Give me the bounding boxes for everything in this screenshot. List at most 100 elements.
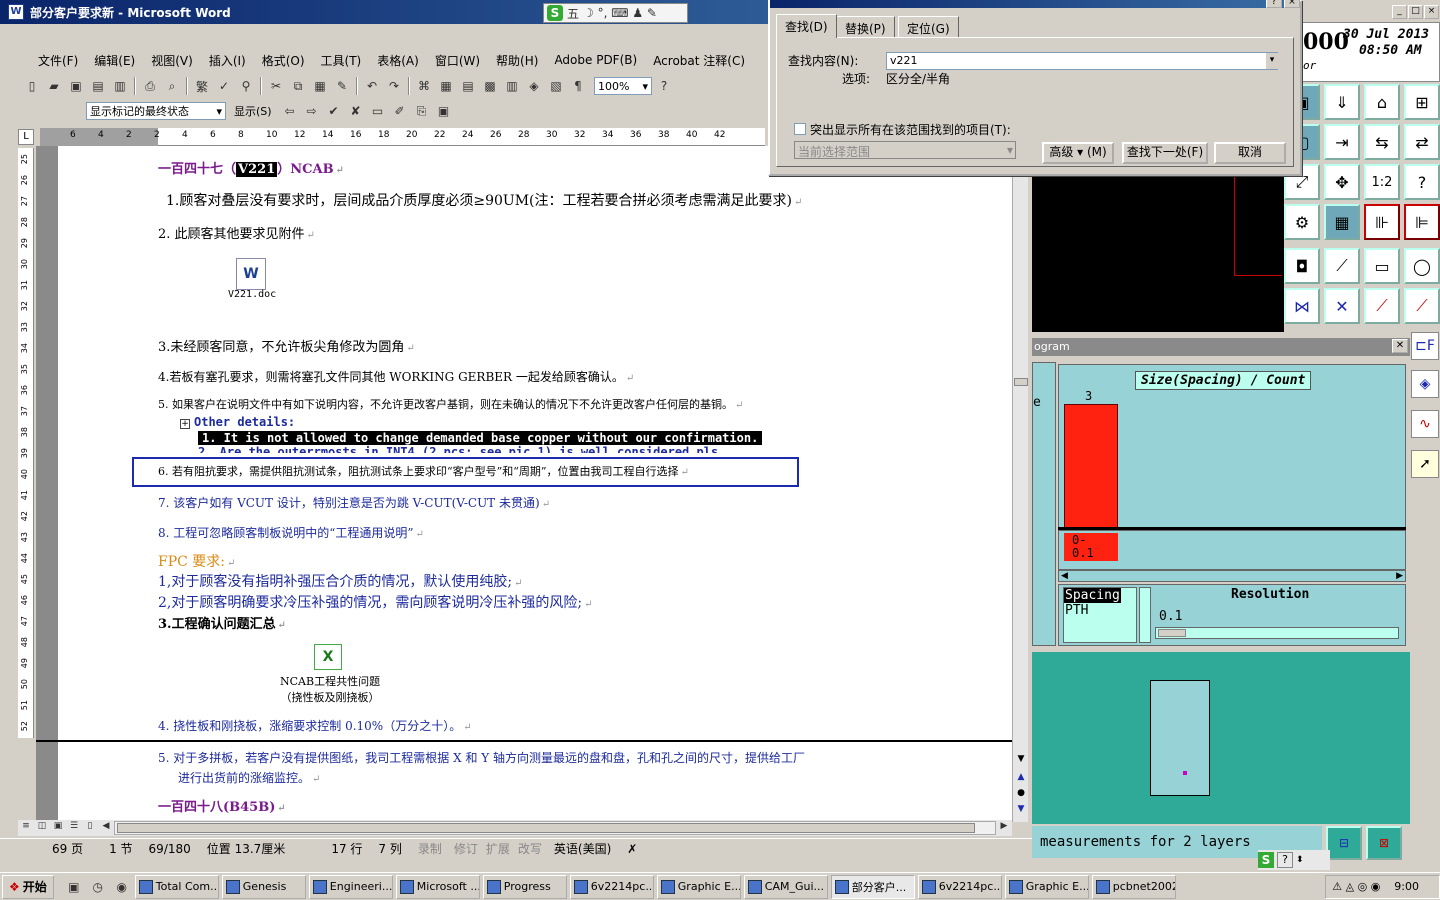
zoom-select[interactable]: 100% ▾ bbox=[594, 77, 652, 95]
horizontal-scroll-thumb[interactable] bbox=[117, 823, 975, 833]
status-record[interactable]: 录制 bbox=[410, 840, 450, 857]
permission-icon[interactable]: ▥ bbox=[110, 76, 130, 96]
maximize-icon[interactable]: □ bbox=[1408, 5, 1423, 19]
task-cam-gui[interactable]: CAM_Gui... bbox=[743, 874, 828, 899]
scroll-thumb[interactable] bbox=[1014, 378, 1028, 386]
home-icon[interactable]: ⌂ bbox=[1364, 84, 1400, 120]
ime-extras[interactable]: ☽ °, ⌨ ♟ ✎ bbox=[583, 6, 657, 20]
status-track-changes[interactable]: 修订 bbox=[450, 840, 482, 857]
tab-find[interactable]: 查找(D) bbox=[776, 14, 837, 38]
research-icon[interactable]: ⚲ bbox=[236, 76, 256, 96]
type-list-scrollbar[interactable] bbox=[1139, 587, 1151, 643]
ime-toolbar[interactable]: S 五 ☽ °, ⌨ ♟ ✎ bbox=[543, 3, 688, 23]
task-6v2214pc-1[interactable]: 6v2214pc... bbox=[569, 874, 654, 899]
menu-table[interactable]: 表格(A) bbox=[369, 50, 427, 71]
help-question-icon[interactable]: ? bbox=[1404, 164, 1440, 200]
drawing-icon[interactable]: ◈ bbox=[524, 76, 544, 96]
scroll-left-icon[interactable]: ◀ bbox=[1061, 571, 1068, 581]
task-pcbnet[interactable]: pcbnet2002 bbox=[1091, 874, 1176, 899]
net-icon[interactable]: ⋈ bbox=[1284, 288, 1320, 324]
resolution-slider-thumb[interactable] bbox=[1158, 629, 1186, 637]
ime-mode[interactable]: 五 bbox=[567, 5, 579, 22]
compare-layers-icon[interactable]: ⊠ bbox=[1366, 826, 1402, 860]
sogou-ime-icon[interactable]: S bbox=[1258, 852, 1274, 868]
status-extend[interactable]: 扩展 bbox=[482, 840, 514, 857]
new-document-icon[interactable]: ▯ bbox=[22, 76, 42, 96]
close-icon[interactable]: × bbox=[1424, 5, 1439, 19]
tray-icons[interactable]: ⚠ ◬ ◎ ◉ bbox=[1332, 880, 1380, 893]
menu-view[interactable]: 视图(V) bbox=[143, 50, 201, 71]
attachment-1-label[interactable]: V221.doc bbox=[228, 289, 276, 300]
outline-view-icon[interactable]: ☰ bbox=[66, 821, 82, 835]
highlight-icon[interactable]: ✐ bbox=[390, 101, 410, 121]
previous-change-icon[interactable]: ⇦ bbox=[280, 101, 300, 121]
reject-change-icon[interactable]: ✘ bbox=[346, 101, 366, 121]
spelling-status-icon[interactable]: ✗ bbox=[619, 842, 645, 856]
menu-window[interactable]: 窗口(W) bbox=[427, 50, 488, 71]
link-icon[interactable]: ⟋ bbox=[1404, 288, 1440, 324]
scroll-right-icon[interactable]: ▶ bbox=[996, 821, 1012, 835]
show-menu-button[interactable]: 显示(S) bbox=[228, 103, 278, 119]
sogou-ime-icon[interactable]: S bbox=[547, 5, 563, 21]
pth-item[interactable]: PTH bbox=[1064, 603, 1136, 618]
draw-line-icon[interactable]: ⟋ bbox=[1324, 248, 1360, 284]
horizontal-ruler[interactable]: 6 4 2 2 4 6 8 10 12 14 16 18 20 22 24 26 28 30 32 34 36 38 40 4… bbox=[40, 128, 765, 146]
excel-document-icon[interactable]: X bbox=[314, 644, 342, 670]
accept-change-icon[interactable]: ✔ bbox=[324, 101, 344, 121]
menu-format[interactable]: 格式(O) bbox=[254, 50, 313, 71]
menu-acrobat-comment[interactable]: Acrobat 注释(C) bbox=[645, 50, 753, 71]
grid-view-icon[interactable]: ⊞ bbox=[1404, 84, 1440, 120]
show-hide-icon[interactable]: ¶ bbox=[568, 76, 588, 96]
scroll-left-icon[interactable]: ◀ bbox=[98, 821, 114, 835]
pointer-icon[interactable]: ➚ bbox=[1411, 450, 1439, 478]
grid-icon[interactable]: ▦ bbox=[1324, 204, 1360, 240]
close-icon[interactable]: × bbox=[1284, 0, 1300, 8]
find-what-input[interactable]: v221 bbox=[886, 52, 1278, 70]
next-change-icon[interactable]: ⇨ bbox=[302, 101, 322, 121]
previous-page-icon[interactable]: ▲ bbox=[1014, 772, 1028, 786]
menu-adobe-pdf[interactable]: Adobe PDF(B) bbox=[546, 51, 645, 69]
minimize-icon[interactable]: _ bbox=[1392, 5, 1407, 19]
menu-edit[interactable]: 编辑(E) bbox=[86, 50, 143, 71]
move-right-icon[interactable]: ⇥ bbox=[1324, 124, 1360, 160]
shapes-icon[interactable]: ◈ bbox=[1411, 370, 1439, 398]
markup-state-select[interactable]: 显示标记的最终状态 ▾ bbox=[86, 102, 226, 120]
task-total-commander[interactable]: Total Com... bbox=[134, 874, 219, 899]
histogram-scrollbar[interactable]: ◀ ▶ bbox=[1058, 570, 1406, 582]
pdf-icon[interactable]: ▤ bbox=[88, 76, 108, 96]
settings-sliders-icon[interactable]: ⚙ bbox=[1284, 204, 1320, 240]
web-view-icon[interactable]: ◫ bbox=[34, 821, 50, 835]
insert-table-icon[interactable]: ▤ bbox=[458, 76, 478, 96]
measure-red-icon[interactable]: ⊪ bbox=[1364, 204, 1400, 240]
cut-icon[interactable]: ✂ bbox=[266, 76, 286, 96]
copy-icon[interactable]: ⧉ bbox=[288, 76, 308, 96]
help-icon[interactable]: ? bbox=[1277, 852, 1293, 868]
traditional-chinese-icon[interactable]: 繁 bbox=[192, 76, 212, 96]
print-icon[interactable]: ⎙ bbox=[140, 76, 160, 96]
cancel-button[interactable]: 取消 bbox=[1214, 142, 1286, 164]
task-progress[interactable]: Progress bbox=[482, 874, 567, 899]
zoom-1to2-icon[interactable]: 1:2 bbox=[1364, 164, 1400, 200]
measure-layers-icon[interactable]: ⊟ bbox=[1326, 826, 1362, 860]
next-page-icon[interactable]: ▼ bbox=[1014, 804, 1028, 818]
menu-tools[interactable]: 工具(T) bbox=[313, 50, 370, 71]
menu-help[interactable]: 帮助(H) bbox=[488, 50, 546, 71]
swap-icon[interactable]: ⇄ bbox=[1404, 124, 1440, 160]
print-view-icon[interactable]: ▣ bbox=[50, 821, 66, 835]
task-graphic-editor-1[interactable]: Graphic E... bbox=[656, 874, 741, 899]
document-map-icon[interactable]: ▧ bbox=[546, 76, 566, 96]
normal-view-icon[interactable]: ≡ bbox=[18, 821, 34, 835]
task-engineering[interactable]: Engineeri... bbox=[308, 874, 393, 899]
redo-icon[interactable]: ↷ bbox=[384, 76, 404, 96]
menu-file[interactable]: 文件(F) bbox=[30, 50, 86, 71]
measure-blue-icon[interactable]: ⊫ bbox=[1404, 204, 1440, 240]
scroll-right-icon[interactable]: ▶ bbox=[1396, 571, 1403, 581]
histogram-bar[interactable] bbox=[1064, 404, 1118, 528]
tables-borders-icon[interactable]: ▦ bbox=[436, 76, 456, 96]
board-preview[interactable] bbox=[1032, 652, 1410, 824]
undo-icon[interactable]: ↶ bbox=[362, 76, 382, 96]
task-microsoft[interactable]: Microsoft ... bbox=[395, 874, 480, 899]
clock-app-icon[interactable]: ◷ bbox=[88, 877, 108, 897]
cam-graphic-view[interactable] bbox=[1032, 176, 1284, 332]
format-painter-icon[interactable]: ✎ bbox=[332, 76, 352, 96]
